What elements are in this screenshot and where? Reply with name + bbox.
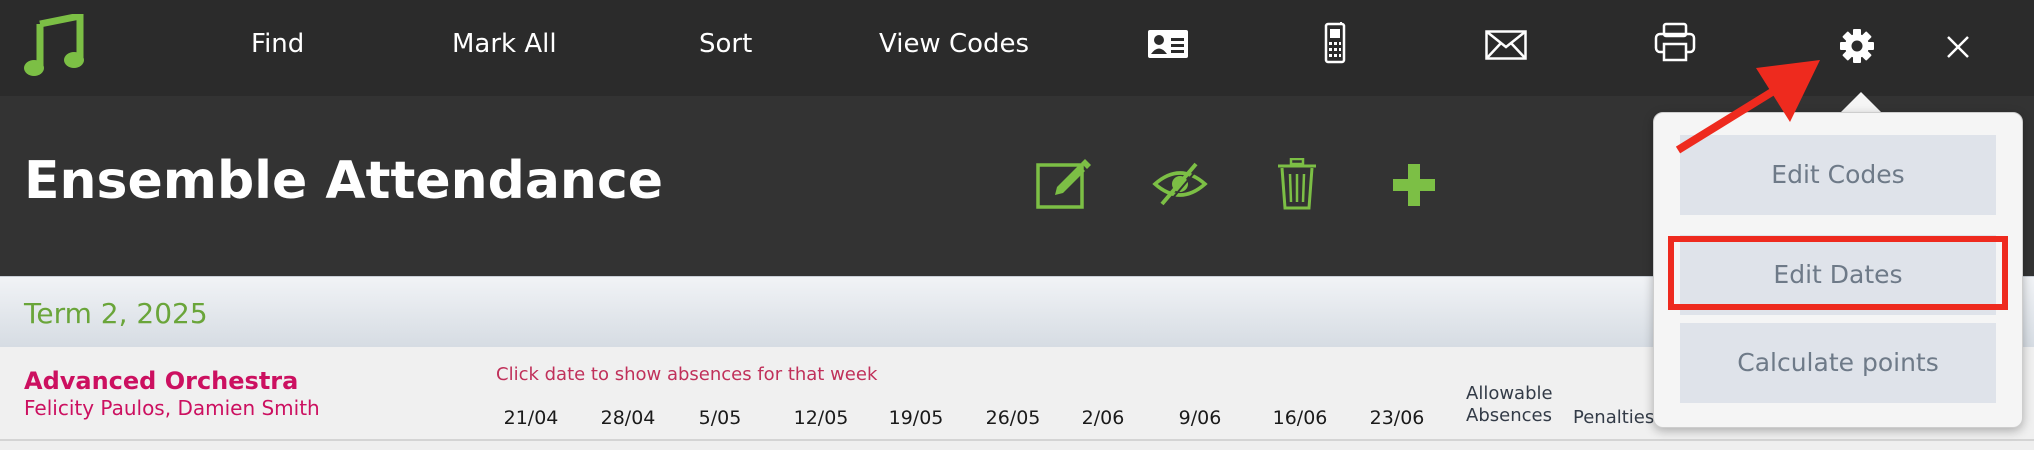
view-codes-button[interactable]: View Codes	[879, 24, 1029, 64]
ensemble-name: Advanced Orchestra	[24, 367, 299, 395]
week-date[interactable]: 26/05	[968, 407, 1058, 429]
close-icon[interactable]	[1946, 35, 1970, 59]
absences-label: Absences	[1466, 405, 1552, 426]
edit-dates-menu-item[interactable]: Edit Dates	[1680, 235, 1996, 315]
week-date[interactable]: 19/05	[871, 407, 961, 429]
add-icon[interactable]	[1393, 164, 1435, 206]
week-date[interactable]: 2/06	[1058, 407, 1148, 429]
top-toolbar: Find Mark All Sort View Codes	[0, 0, 2034, 96]
id-card-icon[interactable]	[1148, 30, 1188, 58]
trash-icon[interactable]	[1277, 158, 1317, 210]
penalties-header: Penalties	[1573, 407, 1655, 428]
week-date[interactable]: 5/05	[675, 407, 765, 429]
sort-button[interactable]: Sort	[699, 24, 752, 64]
hide-icon[interactable]	[1152, 160, 1208, 208]
music-note-icon[interactable]	[24, 14, 84, 78]
envelope-icon[interactable]	[1485, 30, 1527, 60]
term-label: Term 2, 2025	[24, 297, 208, 330]
find-button[interactable]: Find	[251, 24, 304, 64]
mobile-phone-icon[interactable]	[1324, 22, 1346, 64]
calculate-points-menu-item[interactable]: Calculate points	[1680, 323, 1996, 403]
settings-menu: Edit Codes Edit Dates Calculate points	[1653, 112, 2023, 428]
allowable-label: Allowable	[1466, 383, 1553, 404]
ensemble-teachers: Felicity Paulos, Damien Smith	[24, 396, 320, 420]
edit-codes-menu-item[interactable]: Edit Codes	[1680, 135, 1996, 215]
week-date[interactable]: 16/06	[1255, 407, 1345, 429]
week-date[interactable]: 28/04	[583, 407, 673, 429]
gear-icon[interactable]	[1839, 28, 1875, 64]
edit-icon[interactable]	[1035, 159, 1091, 211]
allowable-absences-header: Allowable Absences	[1466, 383, 1566, 427]
week-date[interactable]: 21/04	[486, 407, 576, 429]
date-hint: Click date to show absences for that wee…	[496, 364, 878, 385]
printer-icon[interactable]	[1654, 22, 1696, 62]
week-date[interactable]: 23/06	[1352, 407, 1442, 429]
page-title: Ensemble Attendance	[24, 151, 664, 211]
mark-all-button[interactable]: Mark All	[452, 24, 557, 64]
week-date[interactable]: 12/05	[776, 407, 866, 429]
popover-arrow	[1840, 92, 1882, 113]
week-date[interactable]: 9/06	[1155, 407, 1245, 429]
